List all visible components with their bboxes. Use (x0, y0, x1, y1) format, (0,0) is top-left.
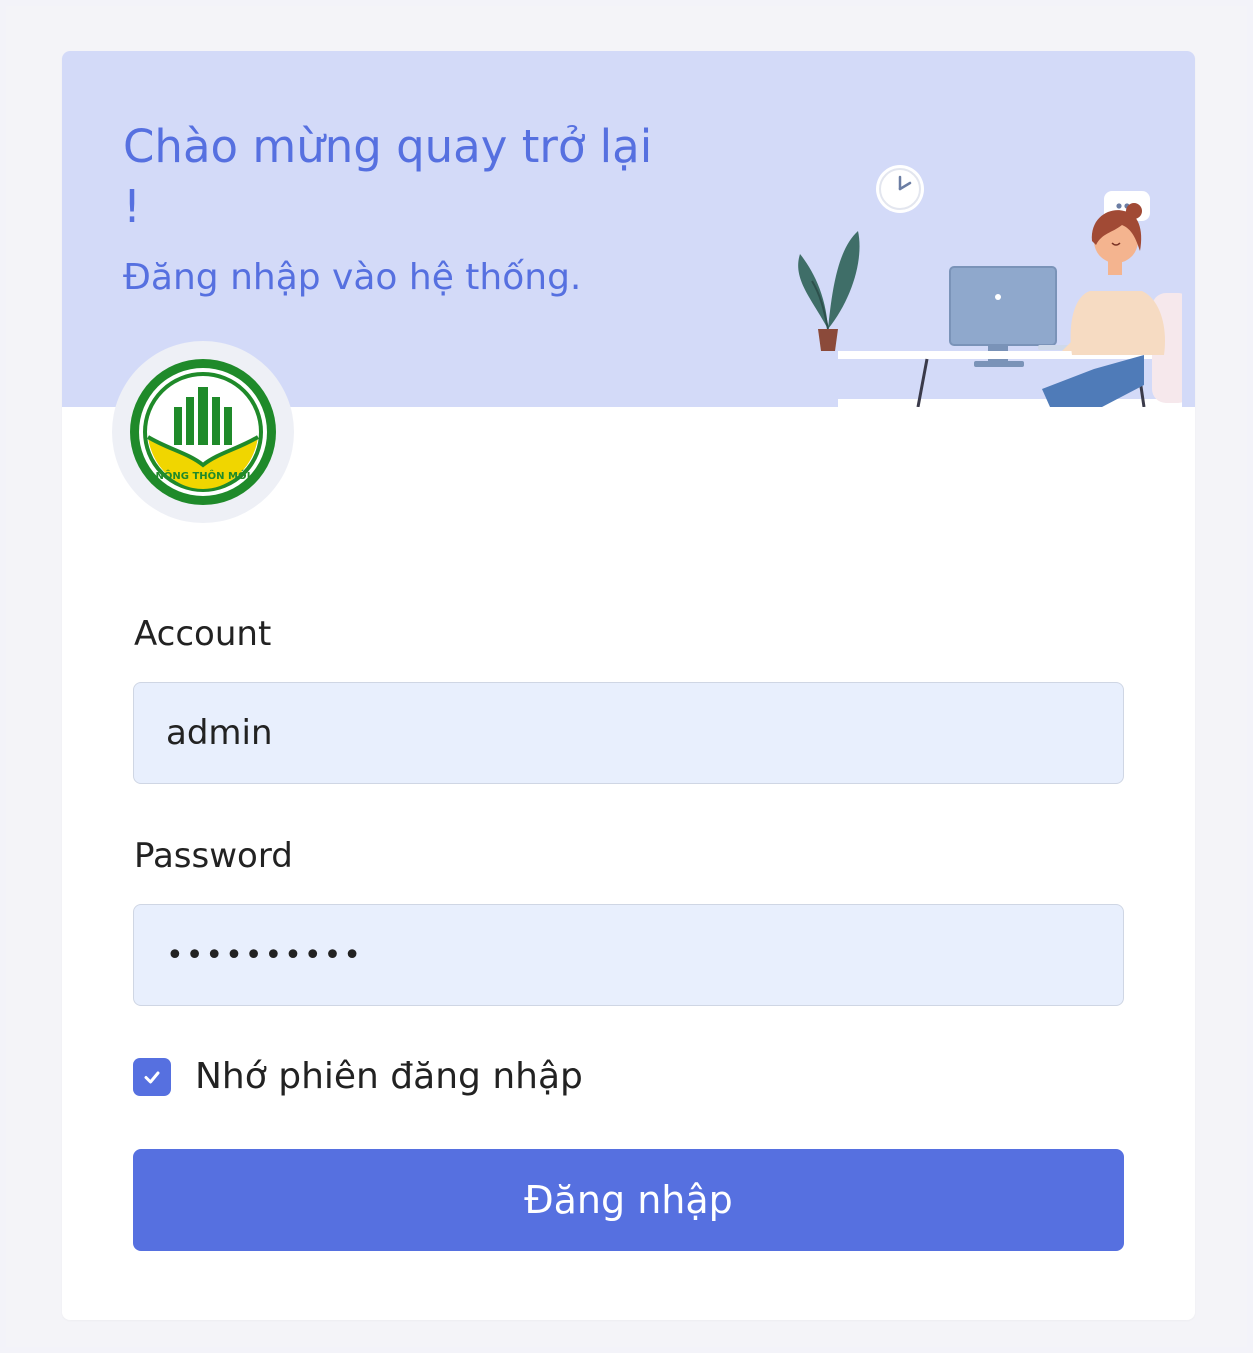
person-at-desk-illustration (798, 165, 1182, 407)
remember-label: Nhớ phiên đăng nhập (195, 1056, 583, 1097)
remember-session-toggle[interactable]: Nhớ phiên đăng nhập (133, 1056, 583, 1098)
nong-thon-moi-logo: NÔNG THÔN MỚI (130, 359, 276, 505)
logo-container: NÔNG THÔN MỚI (112, 341, 294, 523)
clock-icon (876, 165, 924, 213)
welcome-subtitle: Đăng nhập vào hệ thống. (123, 257, 582, 298)
remember-checkbox[interactable] (133, 1058, 171, 1096)
plant-icon (798, 231, 860, 351)
login-button[interactable]: Đăng nhập (133, 1149, 1124, 1251)
person-icon (1042, 203, 1166, 407)
account-input[interactable] (133, 682, 1124, 784)
logo-text: NÔNG THÔN MỚI (156, 469, 251, 482)
account-label: Account (134, 614, 272, 654)
password-label: Password (134, 836, 293, 876)
password-input[interactable] (133, 904, 1124, 1006)
login-card: Chào mừng quay trở lại ! Đăng nhập vào h… (62, 51, 1195, 1320)
check-icon (144, 1071, 160, 1084)
welcome-title: Chào mừng quay trở lại ! (123, 120, 653, 233)
